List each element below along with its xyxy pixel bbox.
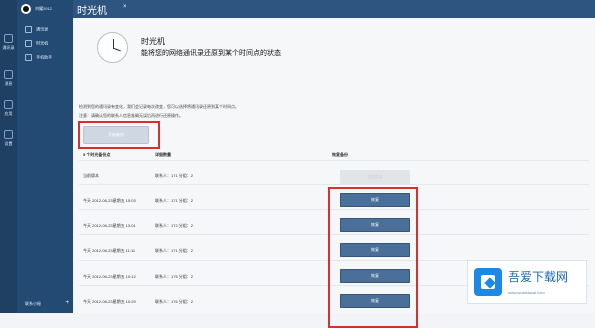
download-logo-icon <box>474 268 502 296</box>
current-version-button: 当前版本 <box>340 170 410 184</box>
sidebar-item-contacts[interactable]: 通讯录 <box>25 26 48 33</box>
table-header-time: 5 个时光备份点 <box>83 152 111 157</box>
clock-icon <box>25 40 32 47</box>
description-line: 注意：请确认您的联系人信息准确无误后再进行还原操作。 <box>79 113 183 118</box>
close-icon[interactable]: × <box>123 4 127 10</box>
rail-label-apps: 应用 <box>4 111 13 116</box>
avatar[interactable] <box>21 4 31 14</box>
rail-label-contacts: 通讯录 <box>2 45 15 50</box>
description-line: 检测到您的通讯录有变化，我们会记录每次改变，您可以选择将通讯录还原到某个时间点。 <box>79 104 239 109</box>
table-row-time: 今天 2012-06-23星期五 13:01 <box>83 223 136 228</box>
table-row-time: 今天 2012-06-23星期五 10:12 <box>83 274 136 279</box>
sidebar: 刘耀2012 通讯录 时光机 手机助手 联系小秘 + <box>17 0 73 313</box>
table-row-count: 联系人：175 分组：2 <box>155 274 194 279</box>
highlight-box <box>78 121 160 149</box>
watermark-url: www.wuaixiazai.com <box>508 290 545 295</box>
message-icon[interactable] <box>4 70 13 79</box>
rail-label-message: 消息 <box>4 81 13 86</box>
sidebar-item-label: 时光机 <box>36 40 49 46</box>
table-row-count: 联系人：172 分组：2 <box>155 223 194 228</box>
sidebar-item-label: 手机助手 <box>36 54 53 60</box>
apps-icon[interactable] <box>4 100 13 109</box>
watermark: 吾爱下载网 www.wuaixiazai.com <box>467 260 587 304</box>
sidebar-item-phone-assistant[interactable]: 手机助手 <box>25 54 52 61</box>
phone-icon <box>25 54 32 61</box>
add-icon[interactable]: + <box>65 300 69 306</box>
hero-subtitle: 能将您的网络通讯录还原到某个时间点的状态 <box>141 50 281 57</box>
icon-rail: 通讯录 消息 应用 设置 <box>0 0 17 313</box>
page-title: 时光机 <box>77 6 107 17</box>
topbar: 时光机 × <box>73 0 595 18</box>
table-row-count: 联系人：171 分组：2 <box>155 248 194 253</box>
table-row-time: 今天 2012-06-23星期五 15:03 <box>83 198 136 203</box>
username: 刘耀2012 <box>35 6 52 11</box>
bottom-label[interactable]: 联系小秘 <box>25 301 41 306</box>
table-row-time: 今天 2012-06-23星期五 11:11 <box>83 248 136 253</box>
clock-icon <box>97 32 128 63</box>
sidebar-item-time-machine[interactable]: 时光机 <box>25 40 48 47</box>
sidebar-item-label: 通讯录 <box>36 26 49 32</box>
table-header-action: 恢复备份 <box>332 152 348 157</box>
rail-label-settings: 设置 <box>4 141 13 146</box>
sidebar-bottom: 联系小秘 + <box>25 300 69 307</box>
table-row-time: 今天 2012-06-23星期五 10:29 <box>83 299 136 304</box>
hero-title: 时光机 <box>141 37 165 46</box>
contacts-icon <box>25 26 32 33</box>
watermark-brand: 吾爱下载网 <box>508 270 569 284</box>
table-row-time: 当前版本 <box>83 173 99 178</box>
settings-icon[interactable] <box>4 130 13 139</box>
table-header-count: 详细数量 <box>155 152 171 157</box>
table-row-count: 联系人：171 分组：2 <box>155 198 194 203</box>
table-row-count: 联系人：171 分组：2 <box>155 173 194 178</box>
contacts-icon[interactable] <box>4 34 13 43</box>
highlight-box <box>328 187 418 328</box>
table-row-count: 联系人：176 分组：2 <box>155 299 194 304</box>
